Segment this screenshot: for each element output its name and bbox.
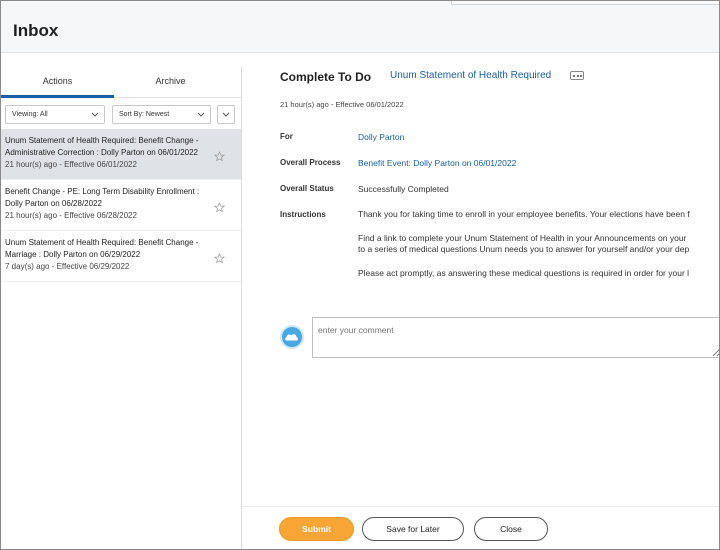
item-title-line: Unum Statement of Health Required: Benef… <box>5 238 199 247</box>
item-title-line: Administrative Correction : Dolly Parton… <box>5 148 198 157</box>
chevron-down-icon <box>197 112 205 117</box>
expand-filters-button[interactable] <box>217 105 235 124</box>
overall-status-label: Overall Status <box>280 184 334 193</box>
detail-heading: Complete To Do <box>280 70 372 84</box>
viewing-filter-dropdown[interactable]: Viewing: All <box>5 105 105 124</box>
inbox-sidebar: Actions Archive Viewing: All Sort By: Ne… <box>1 67 242 549</box>
item-title-line: Dolly Parton on 06/28/2022 <box>5 199 102 208</box>
sort-label: Sort By: Newest <box>119 111 170 118</box>
sort-dropdown[interactable]: Sort By: Newest <box>112 105 211 124</box>
dot-icon <box>576 75 579 77</box>
item-title-line: Unum Statement of Health Required: Benef… <box>5 136 199 145</box>
list-item[interactable]: Benefit Change - PE: Long Term Disabilit… <box>1 180 241 231</box>
header-bar: Inbox <box>1 1 719 53</box>
item-meta: 7 day(s) ago - Effective 06/29/2022 <box>5 262 130 271</box>
item-meta: 21 hour(s) ago - Effective 06/01/2022 <box>5 160 137 169</box>
comment-input[interactable] <box>312 317 719 358</box>
page-title: Inbox <box>13 21 59 40</box>
submit-button[interactable]: Submit <box>279 517 354 541</box>
for-value-link[interactable]: Dolly Parton <box>358 132 404 142</box>
inbox-list: Unum Statement of Health Required: Benef… <box>1 129 241 282</box>
avatar <box>280 325 304 349</box>
star-icon[interactable] <box>214 253 225 264</box>
item-title-line: Marriage : Dolly Parton on 06/29/2022 <box>5 250 141 259</box>
list-item[interactable]: Unum Statement of Health Required: Benef… <box>1 129 241 180</box>
instructions-text: Please act promptly, as answering these … <box>358 268 690 278</box>
item-meta: 21 hour(s) ago - Effective 06/28/2022 <box>5 211 137 220</box>
more-actions-button[interactable] <box>570 71 584 80</box>
overall-process-label: Overall Process <box>280 158 341 167</box>
overall-status-value: Successfully Completed <box>358 184 449 194</box>
tab-archive[interactable]: Archive <box>114 67 227 98</box>
overall-process-link[interactable]: Benefit Event: Dolly Parton on 06/01/202… <box>358 158 516 168</box>
instructions-text: Thank you for taking time to enroll in y… <box>358 209 690 219</box>
inbox-tabs: Actions Archive <box>1 67 241 98</box>
inbox-window: Inbox Actions Archive Viewing: All Sort … <box>0 0 720 550</box>
task-title-link[interactable]: Unum Statement of Health Required <box>390 70 551 81</box>
list-item[interactable]: Unum Statement of Health Required: Benef… <box>1 231 241 282</box>
item-title-line: Benefit Change - PE: Long Term Disabilit… <box>5 187 200 196</box>
dot-icon <box>573 75 575 77</box>
tab-actions[interactable]: Actions <box>1 67 114 98</box>
for-label: For <box>280 132 293 141</box>
chevron-down-icon <box>91 112 99 117</box>
detail-timestamp: 21 hour(s) ago - Effective 06/01/2022 <box>280 100 404 109</box>
cloud-icon <box>285 334 298 341</box>
save-for-later-button[interactable]: Save for Later <box>362 517 464 541</box>
close-button[interactable]: Close <box>474 517 548 541</box>
instructions-label: Instructions <box>280 210 326 219</box>
chevron-down-icon <box>222 112 230 117</box>
dot-icon <box>580 75 582 77</box>
star-icon[interactable] <box>214 151 225 162</box>
header-search-slot[interactable] <box>451 1 719 5</box>
instructions-text: to a series of medical questions Unum ne… <box>358 244 690 254</box>
viewing-filter-label: Viewing: All <box>12 111 48 118</box>
instructions-text: Find a link to complete your Unum Statem… <box>358 233 687 243</box>
star-icon[interactable] <box>214 202 225 213</box>
